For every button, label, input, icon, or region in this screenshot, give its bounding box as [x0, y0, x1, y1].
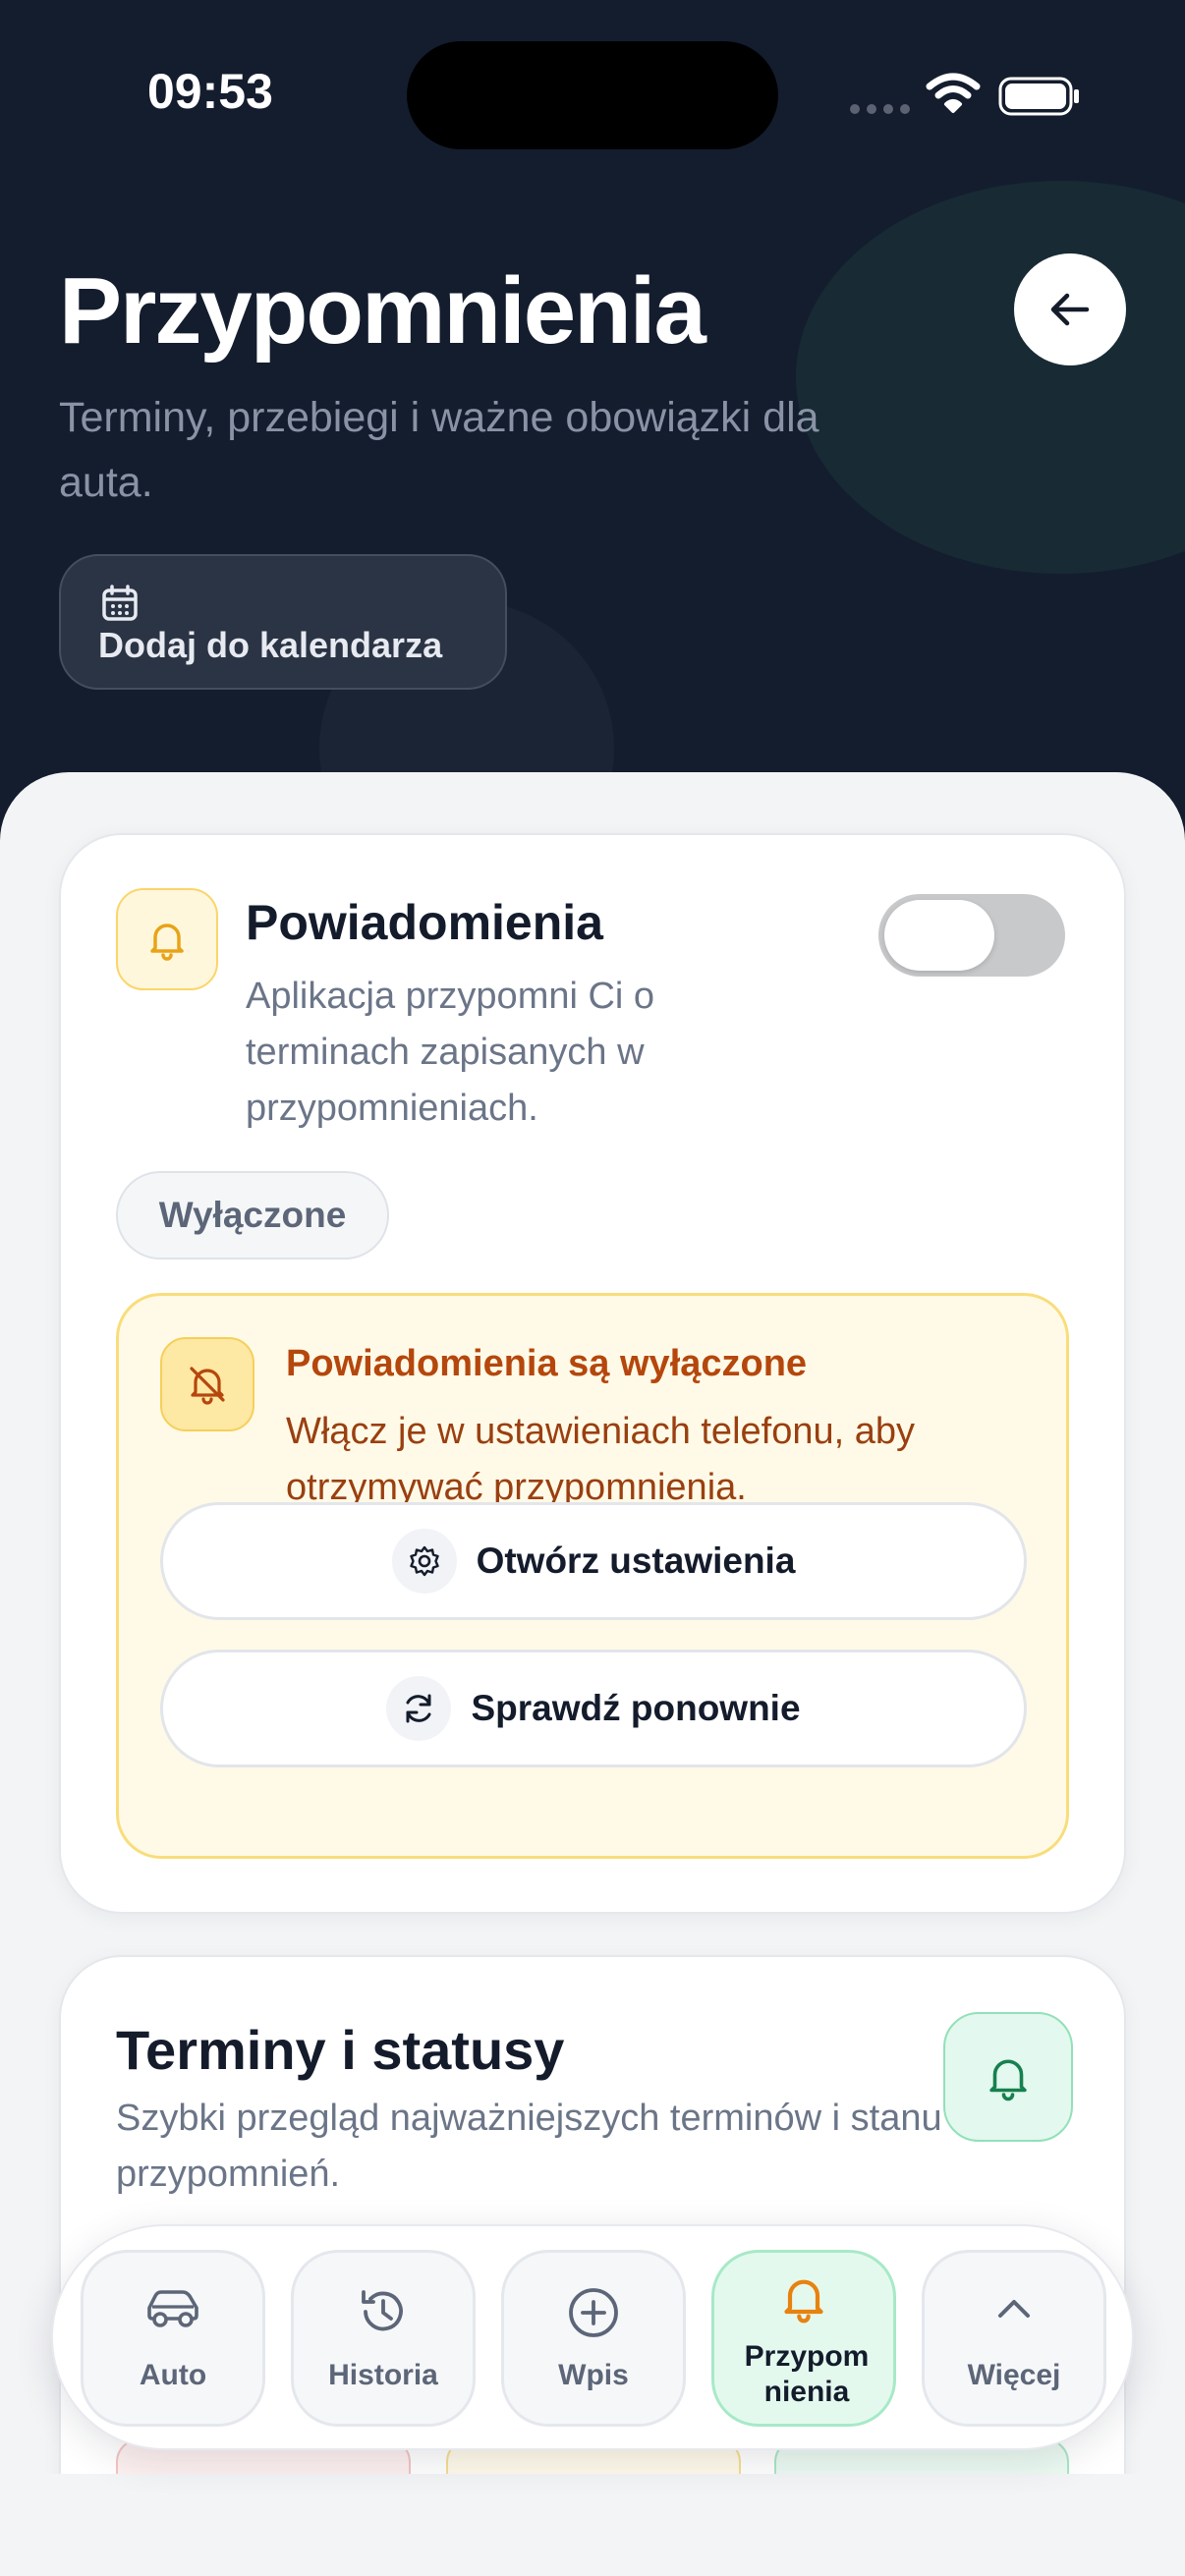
bell-icon — [116, 888, 218, 990]
bell-off-icon — [160, 1337, 254, 1431]
gear-icon — [391, 1529, 457, 1594]
recheck-button[interactable]: Sprawdź ponownie — [160, 1650, 1027, 1767]
tab-reminders[interactable]: Przypomnienia — [711, 2250, 896, 2427]
chevron-up-icon — [998, 2300, 1030, 2318]
tab-more-label: Więcej — [967, 2359, 1061, 2391]
open-settings-label: Otwórz ustawienia — [476, 1540, 796, 1581]
dynamic-island — [407, 41, 778, 149]
car-icon — [147, 2290, 198, 2327]
add-to-calendar-label: Dodaj do kalendarza — [98, 625, 443, 665]
tab-auto-label: Auto — [139, 2359, 207, 2391]
header-hero: 09:53 Przypomnienia Terminy, przebiegi i… — [0, 0, 1185, 884]
tab-history[interactable]: Historia — [291, 2250, 476, 2427]
status-badge: Wyłączone — [116, 1171, 389, 1260]
recheck-label: Sprawdź ponownie — [471, 1688, 801, 1728]
open-settings-button[interactable]: Otwórz ustawienia — [160, 1502, 1027, 1620]
tab-entry-label: Wpis — [558, 2359, 629, 2391]
bottom-safe-area — [0, 2474, 1185, 2576]
decorative-circle — [796, 181, 1185, 574]
plus-circle-icon — [569, 2288, 618, 2337]
status-bar: 09:53 — [0, 0, 1185, 149]
page-title: Przypomnienia — [59, 258, 706, 364]
tab-history-label: Historia — [328, 2359, 438, 2391]
back-button[interactable] — [1014, 253, 1126, 365]
tab-entry[interactable]: Wpis — [501, 2250, 686, 2427]
add-to-calendar-button[interactable]: Dodaj do kalendarza — [59, 554, 507, 690]
bell-icon — [784, 2279, 823, 2324]
terms-description: Szybki przegląd najważniejszych terminów… — [116, 2098, 942, 2195]
arrow-left-icon — [1050, 293, 1090, 326]
warning-title: Powiadomienia są wyłączone — [286, 1343, 808, 1384]
warning-description: Włącz je w ustawieniach telefonu, aby ot… — [286, 1411, 915, 1508]
battery-icon — [998, 77, 1079, 116]
notifications-title: Powiadomienia — [246, 895, 603, 950]
cellular-signal-icon — [850, 104, 910, 114]
calendar-icon — [102, 585, 138, 621]
toggle-knob — [884, 900, 994, 971]
tab-auto[interactable]: Auto — [81, 2250, 265, 2427]
bell-icon[interactable] — [943, 2012, 1073, 2142]
history-icon — [362, 2290, 403, 2331]
notifications-toggle[interactable] — [878, 894, 1065, 977]
refresh-icon — [386, 1676, 452, 1741]
tab-reminders-label: Przypomnienia — [744, 2340, 870, 2408]
wifi-icon — [926, 73, 981, 113]
status-time: 09:53 — [147, 64, 273, 119]
terms-title: Terminy i statusy — [116, 2019, 565, 2081]
tab-more[interactable]: Więcej — [922, 2250, 1106, 2427]
notifications-disabled-warning: Powiadomienia są wyłączone Włącz je w us… — [116, 1293, 1069, 1859]
page-subtitle: Terminy, przebiegi i ważne obowiązki dla… — [59, 394, 819, 506]
notifications-description: Aplikacja przypomni Ci o terminach zapis… — [246, 976, 655, 1129]
tab-bar: Auto Historia Wpis Przypomnienia Więcej — [51, 2224, 1134, 2450]
notifications-card: Powiadomienia Aplikacja przypomni Ci o t… — [59, 833, 1126, 1914]
